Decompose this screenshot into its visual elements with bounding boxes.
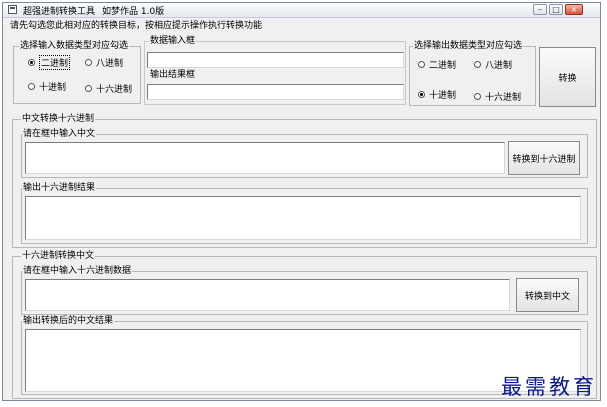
output-type-group: 选择输出数据类型对应勾选 二进制 八进制 十进制 十六进制 [409, 41, 536, 106]
hex-output-label: 输出十六进制结果 [22, 183, 97, 193]
data-output-field[interactable] [147, 84, 404, 100]
output-radio-octal[interactable]: 八进制 [474, 59, 512, 71]
input-radio-binary[interactable]: 二进制 [28, 55, 71, 70]
hex-to-cn-label: 十六进制转换中文 [21, 251, 96, 261]
radio-icon [85, 59, 92, 66]
output-radio-binary[interactable]: 二进制 [418, 59, 456, 71]
instruction-text: 请先勾选您此相对应的转换目标，按相应提示操作执行转换功能 [10, 21, 263, 31]
output-type-label: 选择输出数据类型对应勾选 [413, 41, 524, 51]
hex-input-field[interactable] [25, 279, 510, 311]
app-window: 超强进制转换工具 如梦作品 1.0版 – □ × 请先勾选您此相对应的转换目标，… [2, 2, 601, 401]
convert-to-cn-button[interactable]: 转换到中文 [516, 278, 579, 312]
window-title: 超强进制转换工具 [23, 7, 96, 17]
cn-output-field[interactable] [25, 329, 581, 392]
close-icon[interactable]: × [565, 4, 583, 15]
hex-output-group: 输出十六进制结果 [21, 183, 588, 244]
radio-icon [85, 85, 92, 92]
hex-input-label: 请在框中输入十六进制数据 [22, 266, 133, 276]
cn-to-hex-label: 中文转换十六进制 [21, 114, 96, 124]
minimize-icon[interactable]: – [533, 4, 547, 15]
cn-input-label: 请在框中输入中文 [22, 129, 97, 139]
input-radio-octal[interactable]: 八进制 [85, 57, 123, 69]
radio-selected-icon [28, 59, 35, 66]
convert-to-hex-button[interactable]: 转换到十六进制 [508, 141, 580, 175]
watermark-text: 最需教育 [501, 375, 597, 399]
input-type-label: 选择输入数据类型对应勾选 [19, 41, 130, 51]
cn-to-hex-group: 中文转换十六进制 请在框中输入中文 转换到十六进制 输出十六进制结果 [12, 114, 597, 248]
cn-output-label: 输出转换后的中文结果 [22, 316, 115, 326]
data-io-panel: 数据输入框 输出结果框 [144, 36, 406, 105]
convert-button[interactable]: 转换 [539, 47, 596, 107]
radio-icon [474, 61, 481, 68]
data-output-label: 输出结果框 [149, 70, 197, 80]
output-radio-decimal[interactable]: 十进制 [418, 89, 456, 101]
radio-icon [474, 93, 481, 100]
hex-input-group: 请在框中输入十六进制数据 转换到中文 [21, 266, 588, 315]
input-radio-decimal[interactable]: 十进制 [28, 81, 66, 93]
radio-icon [28, 83, 35, 90]
data-input-label: 数据输入框 [149, 36, 197, 46]
input-radio-hex[interactable]: 十六进制 [85, 83, 132, 95]
radio-selected-icon [418, 91, 425, 98]
input-type-group: 选择输入数据类型对应勾选 二进制 八进制 十进制 十六进制 [13, 41, 141, 104]
output-radio-hex[interactable]: 十六进制 [474, 91, 521, 103]
app-icon [8, 5, 17, 14]
maximize-icon[interactable]: □ [549, 4, 563, 15]
data-input-field[interactable] [147, 52, 404, 68]
cn-input-field[interactable] [25, 142, 505, 174]
window-subtitle: 如梦作品 1.0版 [102, 7, 165, 17]
radio-icon [418, 61, 425, 68]
hex-output-field[interactable] [25, 196, 581, 240]
cn-input-group: 请在框中输入中文 转换到十六进制 [21, 129, 588, 178]
title-bar: 超强进制转换工具 如梦作品 1.0版 – □ × [3, 3, 600, 18]
